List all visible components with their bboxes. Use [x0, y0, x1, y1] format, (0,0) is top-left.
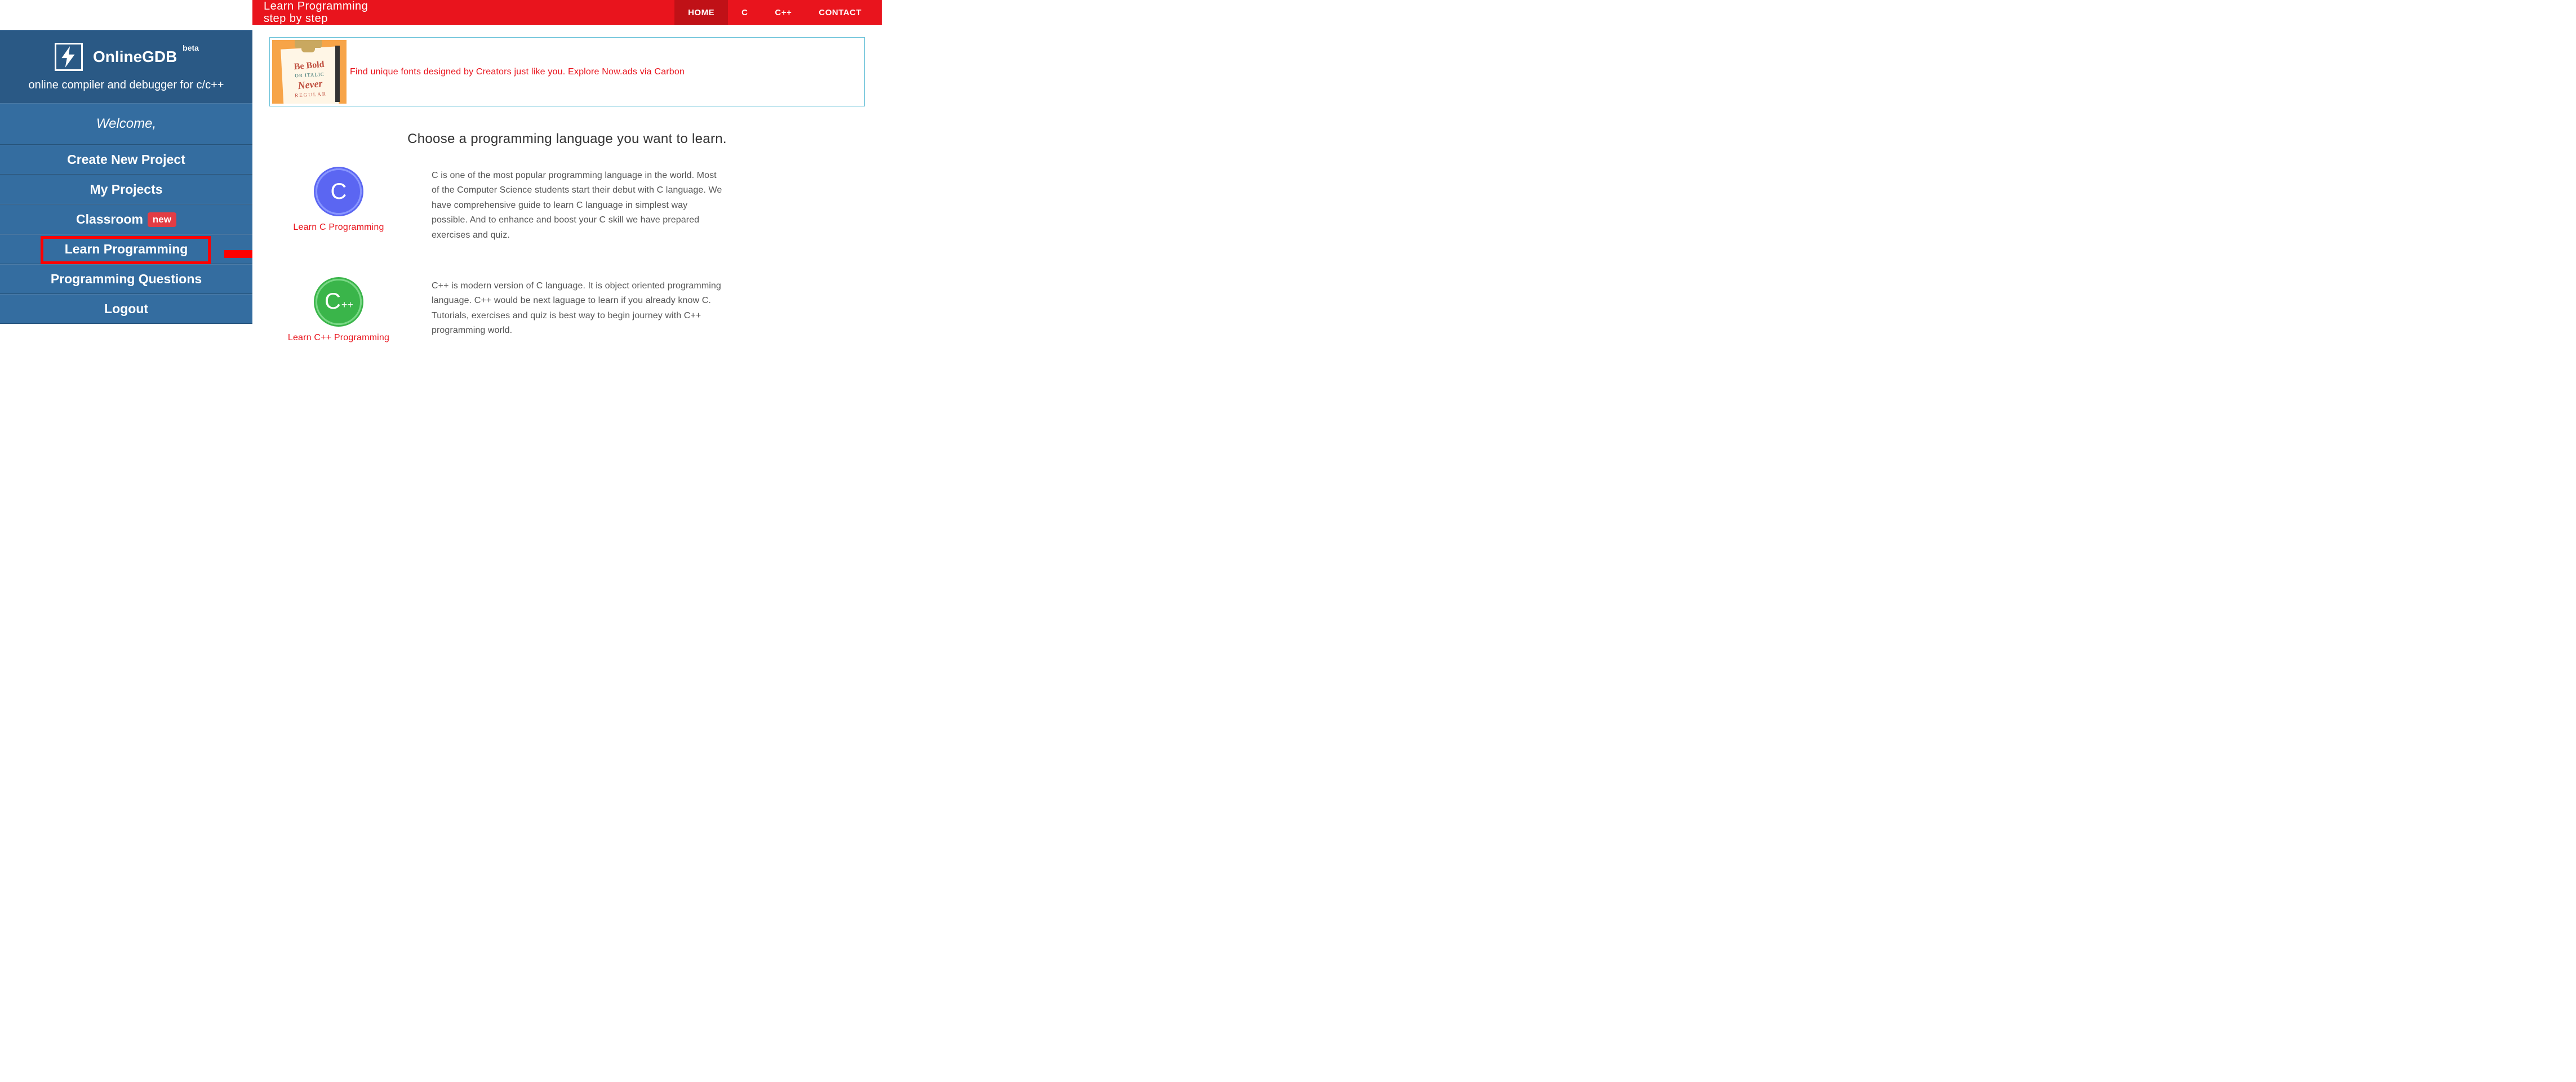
c-circle-icon[interactable]: C: [316, 168, 362, 215]
learn-c-link[interactable]: Learn C Programming: [293, 222, 384, 233]
sidebar-item-label: Learn Programming: [65, 242, 188, 256]
brand-subtitle: online compiler and debugger for c/c++: [11, 79, 241, 92]
language-icon-col: C Learn C Programming: [269, 168, 408, 233]
nav-c[interactable]: C: [728, 0, 761, 25]
sidebar-item-label: Classroom: [76, 212, 143, 226]
sidebar-item-label: My Projects: [90, 182, 162, 197]
welcome-text: Welcome,: [0, 103, 252, 145]
sidebar-item-programming-questions[interactable]: Programming Questions: [0, 264, 252, 294]
spacer: [0, 0, 252, 30]
sidebar: OnlineGDB beta online compiler and debug…: [0, 0, 252, 372]
language-row-cpp: C++ Learn C++ Programming C++ is modern ve…: [269, 279, 865, 343]
language-row-c: C Learn C Programming C is one of the most…: [269, 168, 865, 243]
sidebar-item-label: Programming Questions: [51, 271, 202, 286]
ad-text[interactable]: Find unique fonts designed by Creators j…: [350, 67, 685, 77]
ad-banner[interactable]: Be Bold OR ITALIC Never REGULAR Find uni…: [269, 37, 865, 106]
sidebar-item-my-projects[interactable]: My Projects: [0, 175, 252, 204]
brand-text: OnlineGDB: [93, 48, 177, 65]
new-badge: new: [148, 212, 176, 227]
nav-cplusplus[interactable]: C++: [761, 0, 805, 25]
sidebar-header: OnlineGDB beta online compiler and debug…: [0, 30, 252, 103]
site-title: Learn Programming step by step: [252, 0, 368, 25]
nav-home[interactable]: HOME: [674, 0, 728, 25]
bolt-icon: [55, 43, 83, 71]
site-title-line2: step by step: [264, 12, 368, 25]
brand-sup: beta: [183, 43, 199, 52]
page-heading: Choose a programming language you want t…: [252, 131, 882, 147]
top-nav: HOMECC++CONTACT: [674, 0, 882, 25]
nav-contact[interactable]: CONTACT: [805, 0, 875, 25]
sidebar-item-classroom[interactable]: Classroom new: [0, 204, 252, 234]
language-icon-col: C++ Learn C++ Programming: [269, 279, 408, 343]
cpp-circle-icon[interactable]: C++: [316, 279, 362, 325]
sidebar-item-label: Logout: [104, 301, 148, 316]
brand-name: OnlineGDB beta: [93, 48, 198, 66]
sidebar-item-learn-programming[interactable]: Learn Programming: [0, 234, 252, 264]
sidebar-item-logout[interactable]: Logout: [0, 294, 252, 324]
ad-line2: OR ITALIC: [295, 71, 325, 78]
ad-line3: Never: [297, 77, 323, 91]
site-title-line1: Learn Programming: [264, 0, 368, 12]
cpp-description: C++ is modern version of C language. It …: [432, 279, 725, 339]
ad-image: Be Bold OR ITALIC Never REGULAR: [272, 40, 347, 104]
main-content: Learn Programming step by step HOMECC++C…: [252, 0, 882, 372]
logo-row: OnlineGDB beta: [11, 43, 241, 71]
ad-line1: Be Bold: [294, 59, 325, 72]
sidebar-item-create-new-project[interactable]: Create New Project: [0, 145, 252, 175]
learn-cpp-link[interactable]: Learn C++ Programming: [288, 333, 389, 343]
topbar: Learn Programming step by step HOMECC++C…: [252, 0, 882, 25]
c-description: C is one of the most popular programming…: [432, 168, 725, 243]
sidebar-item-label: Create New Project: [67, 152, 185, 167]
